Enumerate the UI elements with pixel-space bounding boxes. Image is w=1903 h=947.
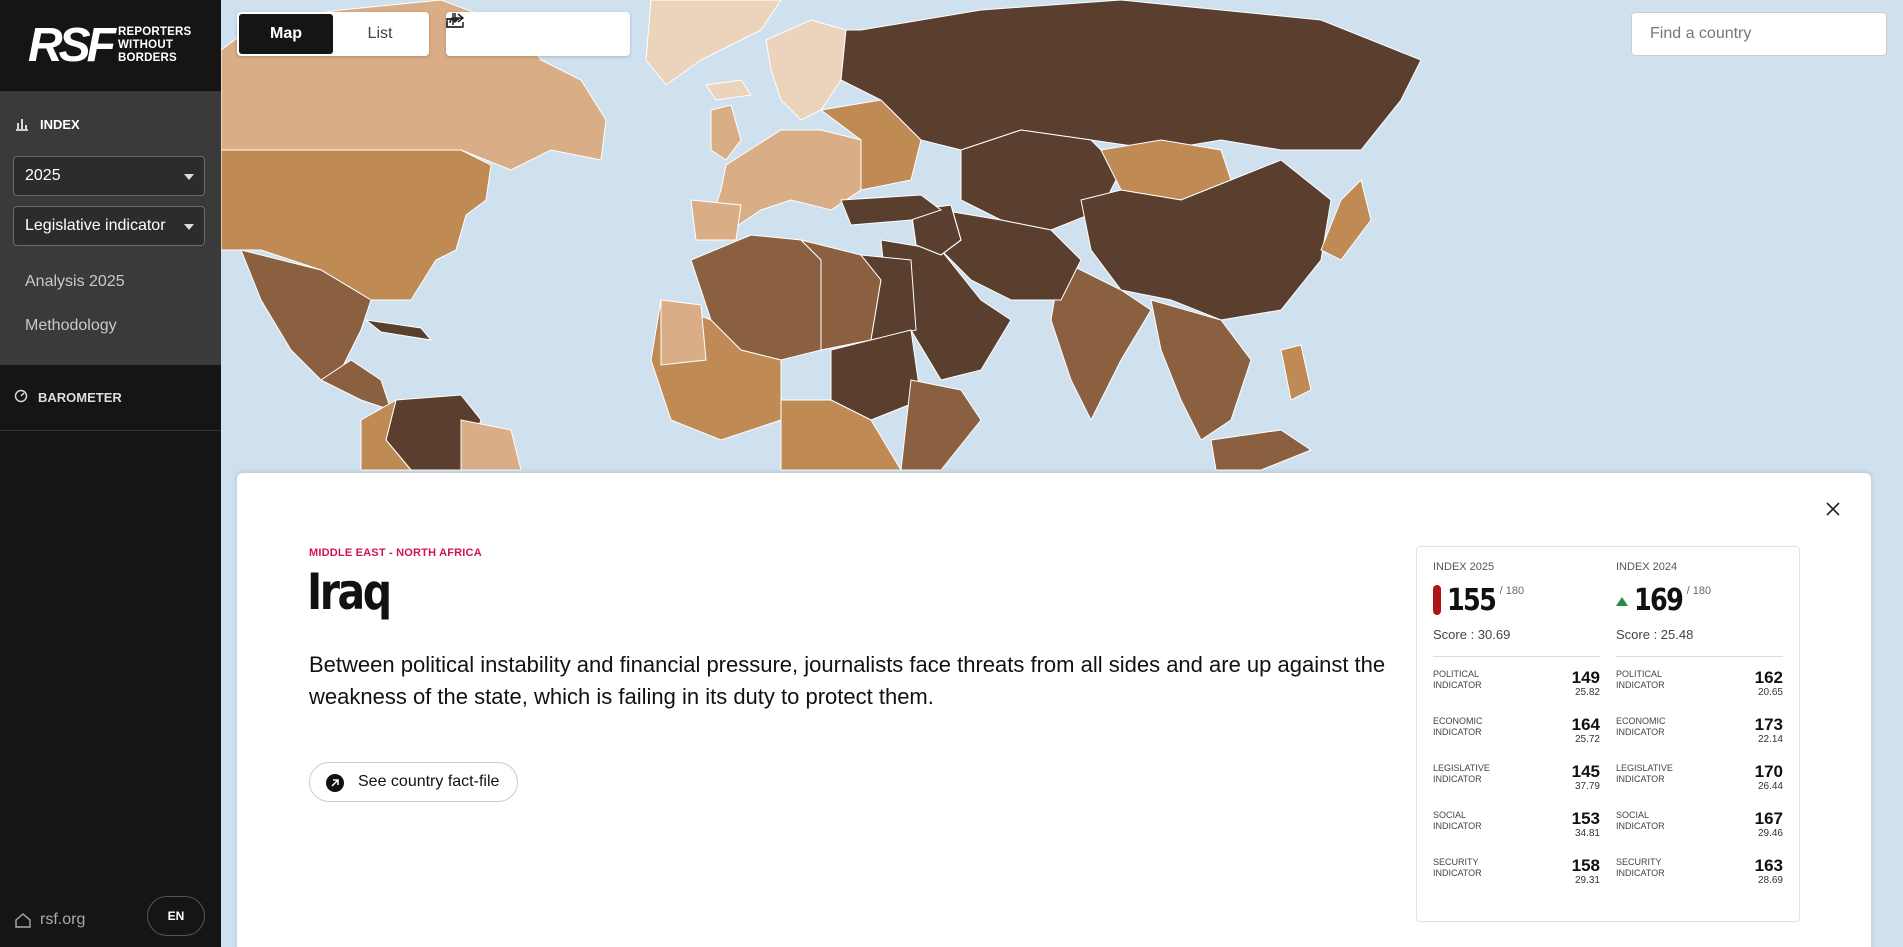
language-button[interactable]: EN — [147, 896, 205, 936]
index-title: INDEX 2025 — [1433, 561, 1495, 573]
indicator-score: 25.72 — [1574, 734, 1600, 745]
rsf-site-link[interactable]: rsf.org — [14, 911, 85, 929]
indicator-row: SECURITY INDICATOR 163 28.69 — [1616, 845, 1783, 892]
indicator-score: 29.31 — [1574, 875, 1600, 886]
year-select[interactable]: 2025 — [13, 156, 205, 196]
indicator-score: 20.65 — [1757, 687, 1783, 698]
bar-chart-icon — [14, 116, 30, 132]
link-analysis[interactable]: Analysis 2025 — [0, 260, 221, 304]
sidebar-footer: rsf.org EN — [0, 893, 221, 947]
rank-total: / 180 — [1499, 585, 1525, 597]
country-mauritania — [660, 299, 707, 366]
indicator-row: LEGISLATIVE INDICATOR 145 37.79 — [1433, 751, 1600, 798]
zoom-out-icon[interactable] — [447, 14, 538, 54]
indicator-label: LEGISLATIVE INDICATOR — [1616, 763, 1673, 784]
nav-index-label: INDEX — [40, 116, 80, 132]
logo-mark: RSF — [28, 18, 116, 72]
search-input[interactable] — [1631, 12, 1887, 56]
indicator-score: 22.14 — [1757, 734, 1783, 745]
indicator-row: ECONOMIC INDICATOR 164 25.72 — [1433, 704, 1600, 751]
download-icon[interactable] — [446, 13, 582, 54]
map-view-button[interactable]: Map — [239, 14, 333, 54]
country-region: MIDDLE EAST - NORTH AFRICA — [309, 547, 482, 559]
link-methodology[interactable]: Methodology — [0, 304, 221, 348]
rank-row: 155 / 180 — [1433, 582, 1600, 618]
country-panel: MIDDLE EAST - NORTH AFRICA Iraq Between … — [237, 473, 1871, 947]
indicator-score: 25.82 — [1574, 687, 1600, 698]
overall-score: Score : 25.48 — [1616, 627, 1783, 657]
nav-index[interactable]: INDEX — [0, 92, 221, 156]
indicator-select[interactable]: Legislative indicator — [13, 206, 205, 246]
indicator-rank: 167 — [1754, 809, 1783, 828]
indicator-row: SOCIAL INDICATOR 153 34.81 — [1433, 798, 1600, 845]
arrow-up-right-icon — [326, 774, 344, 792]
country-description: Between political instability and financ… — [309, 652, 1386, 709]
gauge-icon — [14, 389, 28, 406]
indicator-row: SOCIAL INDICATOR 167 29.46 — [1616, 798, 1783, 845]
rsf-site-link-label: rsf.org — [40, 911, 86, 928]
chevron-down-icon — [184, 224, 194, 230]
indicator-row: SECURITY INDICATOR 158 29.31 — [1433, 845, 1600, 892]
factfile-label: See country fact-file — [358, 773, 500, 790]
indicator-label: SOCIAL INDICATOR — [1433, 810, 1482, 831]
index-title: INDEX 2024 — [1616, 561, 1678, 573]
indicator-rank: 145 — [1571, 762, 1600, 781]
indicator-label: SOCIAL INDICATOR — [1616, 810, 1665, 831]
logo-line-1: REPORTERS — [118, 26, 192, 38]
indicator-score: 29.46 — [1757, 828, 1783, 839]
year-select-value: 2025 — [25, 167, 61, 184]
indicator-rank: 170 — [1754, 762, 1783, 781]
overall-rank: 155 — [1447, 582, 1497, 618]
indicator-rank: 164 — [1571, 715, 1600, 734]
logo-text: REPORTERS WITHOUT BORDERS — [118, 26, 221, 65]
indicator-label: ECONOMIC INDICATOR — [1433, 716, 1483, 737]
factfile-button[interactable]: See country fact-file — [309, 762, 519, 802]
country-name: Iraq — [307, 563, 392, 621]
sidebar: RSF REPORTERS WITHOUT BORDERS INDEX 2025… — [0, 0, 221, 947]
rank-status-bar — [1433, 585, 1441, 615]
overall-rank: 169 — [1634, 582, 1684, 618]
nav-barometer-label: BAROMETER — [38, 390, 122, 405]
rsf-logo[interactable]: RSF REPORTERS WITHOUT BORDERS — [0, 0, 221, 92]
view-toggle: Map List — [237, 12, 429, 56]
indicator-rank: 149 — [1571, 668, 1600, 687]
indicator-score: 26.44 — [1757, 781, 1783, 792]
close-icon[interactable] — [1821, 497, 1845, 521]
chevron-down-icon — [184, 174, 194, 180]
indicator-score: 34.81 — [1574, 828, 1600, 839]
scorecard-2025: INDEX 2025 155 / 180 Score : 30.69 POLIT… — [1433, 561, 1600, 907]
indicator-label: LEGISLATIVE INDICATOR — [1433, 763, 1490, 784]
indicator-rank: 158 — [1571, 856, 1600, 875]
trend-up-icon — [1616, 596, 1628, 606]
share-icon[interactable] — [446, 13, 626, 54]
indicator-rank: 163 — [1754, 856, 1783, 875]
indicator-rank: 162 — [1754, 668, 1783, 687]
indicator-row: POLITICAL INDICATOR 162 20.65 — [1616, 657, 1783, 704]
nav-barometer[interactable]: BAROMETER — [0, 365, 221, 431]
home-icon — [15, 913, 31, 928]
indicator-rank: 173 — [1754, 715, 1783, 734]
rank-row: 169 / 180 — [1616, 582, 1783, 618]
country-iberia — [690, 199, 742, 241]
indicator-label: POLITICAL INDICATOR — [1616, 669, 1665, 690]
logo-line-2: WITHOUT BORDERS — [118, 39, 177, 64]
scorecard-2024: INDEX 2024 169 / 180 Score : 25.48 POLIT… — [1616, 561, 1783, 907]
rank-total: / 180 — [1686, 585, 1712, 597]
indicator-label: SECURITY INDICATOR — [1433, 857, 1482, 878]
list-view-button[interactable]: List — [333, 14, 427, 54]
indicator-row: LEGISLATIVE INDICATOR 170 26.44 — [1616, 751, 1783, 798]
indicator-label: SECURITY INDICATOR — [1616, 857, 1665, 878]
indicator-label: POLITICAL INDICATOR — [1433, 669, 1482, 690]
indicator-rank: 153 — [1571, 809, 1600, 828]
indicator-row: POLITICAL INDICATOR 149 25.82 — [1433, 657, 1600, 704]
indicator-score: 37.79 — [1574, 781, 1600, 792]
overall-score: Score : 30.69 — [1433, 627, 1600, 657]
indicator-score: 28.69 — [1757, 875, 1783, 886]
index-section: INDEX 2025 Legislative indicator Analysi… — [0, 92, 221, 365]
indicator-row: ECONOMIC INDICATOR 173 22.14 — [1616, 704, 1783, 751]
indicator-label: ECONOMIC INDICATOR — [1616, 716, 1666, 737]
indicator-select-value: Legislative indicator — [25, 217, 166, 234]
map-tools — [446, 12, 630, 56]
scorecard: INDEX 2025 155 / 180 Score : 30.69 POLIT… — [1416, 546, 1800, 922]
